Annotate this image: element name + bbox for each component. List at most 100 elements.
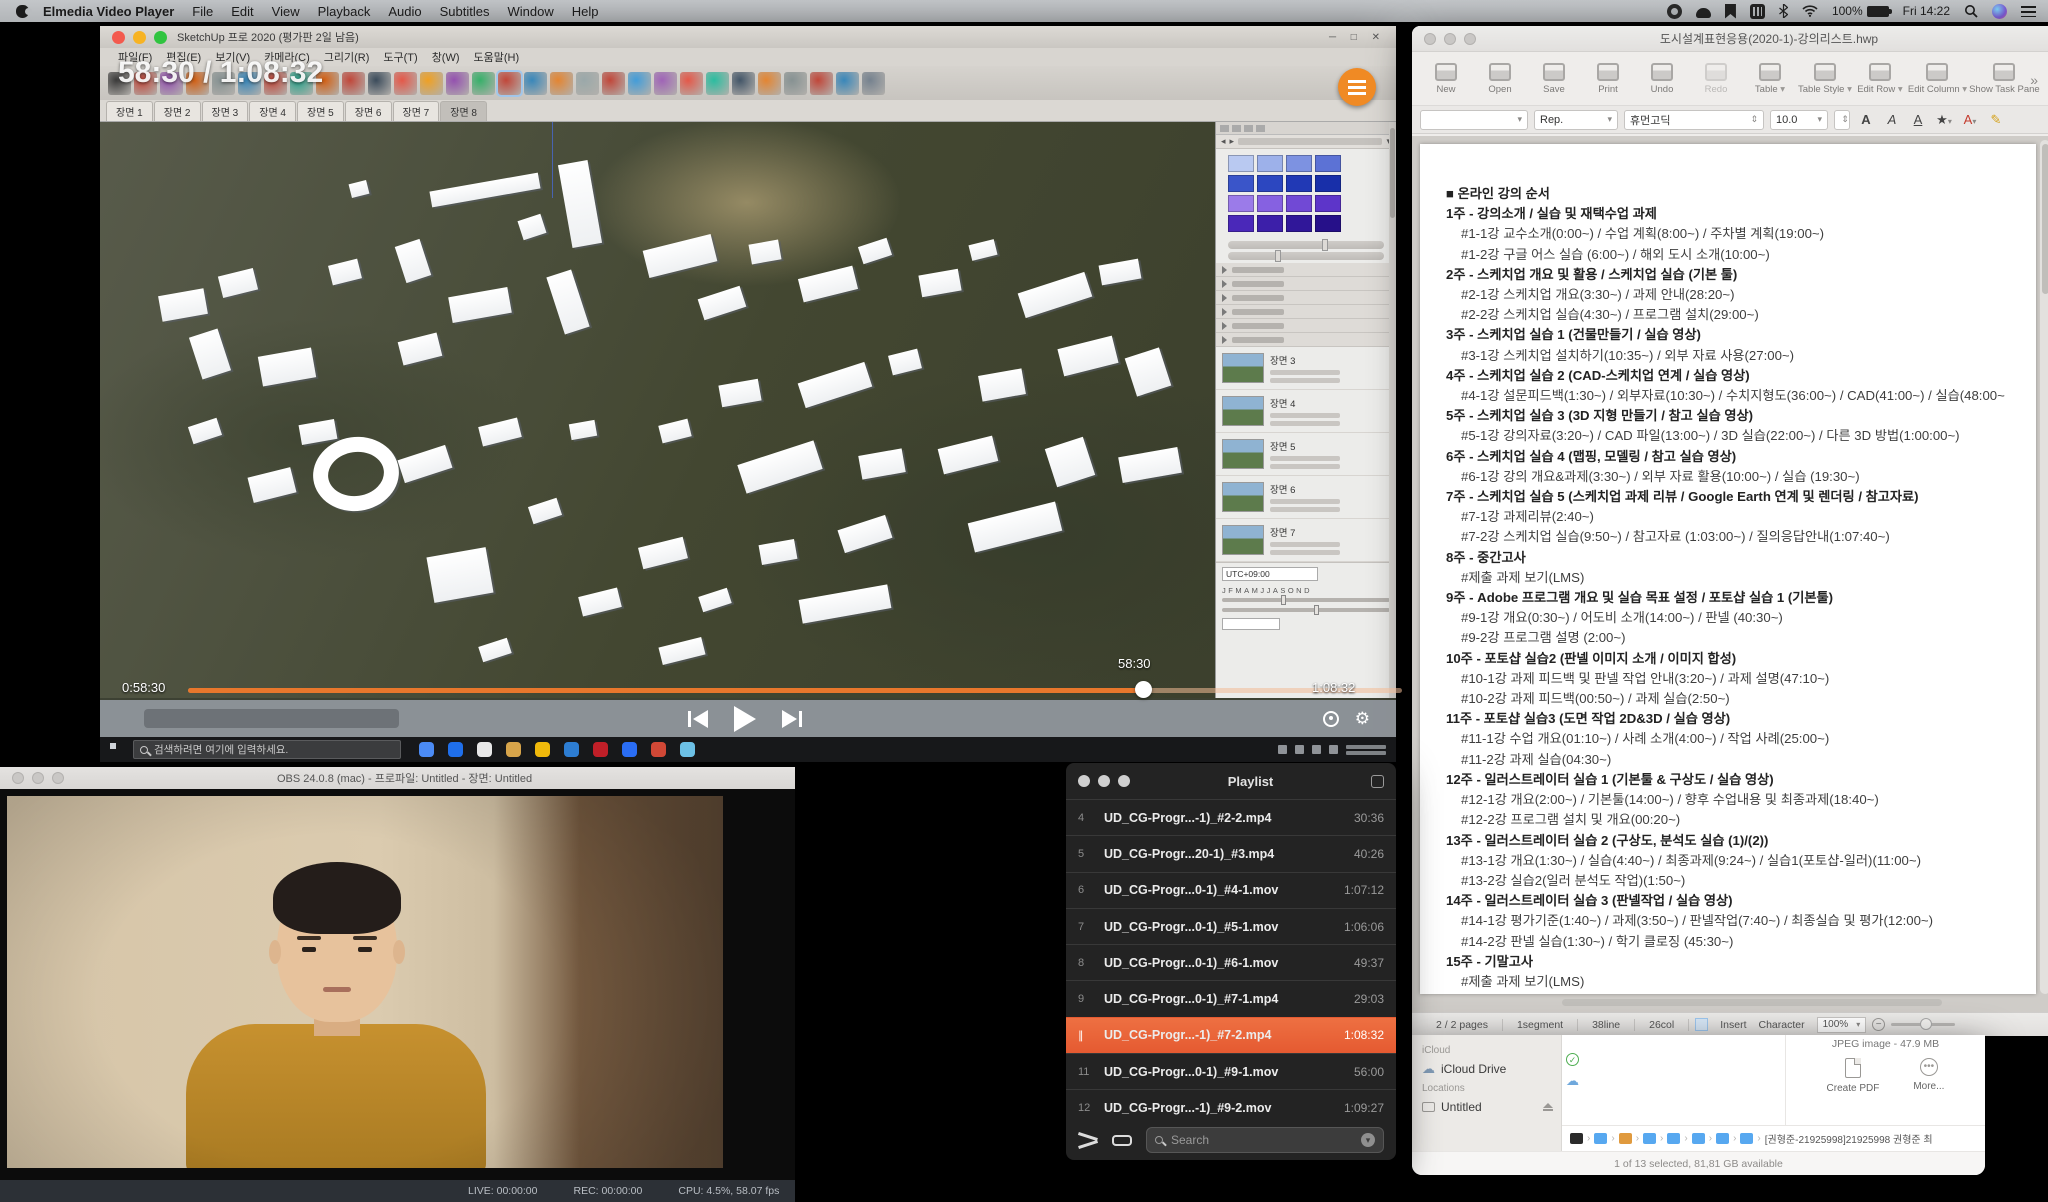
- playlist-search-field[interactable]: ▾: [1146, 1127, 1384, 1153]
- more-actions[interactable]: •••More...: [1913, 1058, 1944, 1094]
- taskbar-app-icon[interactable]: [651, 742, 666, 757]
- hwp-toolbar-button[interactable]: Edit Column: [1908, 63, 1967, 95]
- sidebar-item-untitled-disk[interactable]: Untitled: [1422, 1097, 1561, 1117]
- sketchup-3d-viewport[interactable]: [100, 122, 1215, 698]
- size-stepper[interactable]: ⇕: [1834, 110, 1850, 130]
- underline-button[interactable]: A: [1908, 112, 1928, 127]
- create-pdf-action[interactable]: Create PDF: [1827, 1058, 1880, 1094]
- player-menu-button[interactable]: [1338, 68, 1376, 106]
- bookmark-icon[interactable]: [1725, 4, 1736, 19]
- sketchup-tool-icon[interactable]: [758, 72, 781, 95]
- windows-search-box[interactable]: 검색하려면 여기에 입력하세요.: [133, 740, 401, 759]
- path-folder-icon[interactable]: [1643, 1133, 1656, 1144]
- shuffle-icon[interactable]: [1078, 1133, 1098, 1147]
- horizontal-scrollbar-thumb[interactable]: [1562, 999, 1942, 1006]
- menu-item[interactable]: Playback: [318, 4, 371, 19]
- menu-item[interactable]: Audio: [388, 4, 421, 19]
- menu-item[interactable]: File: [192, 4, 213, 19]
- sketchup-window-controls[interactable]: ─ □ ✕: [1329, 32, 1386, 43]
- path-folder-icon[interactable]: [1570, 1133, 1583, 1144]
- close-button[interactable]: [112, 31, 125, 44]
- scene-tab[interactable]: 장면 5: [297, 101, 344, 121]
- sketchup-tool-icon[interactable]: [628, 72, 651, 95]
- menu-item[interactable]: Help: [572, 4, 599, 19]
- hwp-toolbar-button[interactable]: Edit Row: [1854, 63, 1906, 95]
- wifi-icon[interactable]: [1802, 5, 1818, 17]
- shadow-time-slider[interactable]: [1222, 608, 1390, 612]
- notification-center-icon[interactable]: [2021, 6, 2036, 17]
- insert-mode-icon[interactable]: [1695, 1018, 1708, 1031]
- color-swatch[interactable]: [1257, 195, 1283, 212]
- color-swatch[interactable]: [1315, 215, 1341, 232]
- taskbar-app-icon[interactable]: [622, 742, 637, 757]
- color-swatch[interactable]: [1286, 215, 1312, 232]
- scene-tab[interactable]: 장면 6: [345, 101, 392, 121]
- menu-item[interactable]: View: [272, 4, 300, 19]
- menu-item[interactable]: Window: [507, 4, 553, 19]
- sketchup-tool-icon[interactable]: [342, 72, 365, 95]
- siri-icon[interactable]: [1992, 4, 2007, 19]
- sketchup-menu-item[interactable]: 그리기(R): [324, 49, 370, 65]
- italic-button[interactable]: A: [1882, 112, 1902, 127]
- sketchup-tool-icon[interactable]: [576, 72, 599, 95]
- font-dropdown[interactable]: 휴먼고딕⇕: [1624, 110, 1764, 130]
- taskbar-app-icon[interactable]: [477, 742, 492, 757]
- menu-bar-clock[interactable]: Fri 14:22: [1903, 4, 1950, 18]
- next-button[interactable]: [782, 710, 802, 728]
- scene-row[interactable]: 장면 5: [1216, 433, 1396, 476]
- color-panel-header[interactable]: ◂▸▾: [1216, 135, 1396, 149]
- playlist-search-input[interactable]: [1169, 1132, 1355, 1148]
- obs-traffic-lights[interactable]: [12, 772, 64, 784]
- sidebar-item-icloud-drive[interactable]: ☁iCloud Drive: [1422, 1059, 1561, 1079]
- sketchup-tool-icon[interactable]: [732, 72, 755, 95]
- eject-icon[interactable]: [1543, 1103, 1553, 1111]
- color-slider-2[interactable]: [1228, 252, 1384, 260]
- zoom-level-dropdown[interactable]: 100%▾: [1817, 1017, 1867, 1033]
- playlist-row[interactable]: ∥ UD_CG-Progr...-1)_#7-2.mp4 1:08:32: [1066, 1017, 1396, 1053]
- sketchup-tool-icon[interactable]: [524, 72, 547, 95]
- sketchup-tool-icon[interactable]: [680, 72, 703, 95]
- highlight-button[interactable]: ✎: [1986, 112, 2006, 128]
- color-swatch[interactable]: [1257, 175, 1283, 192]
- playlist-row[interactable]: 11 UD_CG-Progr...0-1)_#9-1.mov 56:00: [1066, 1053, 1396, 1089]
- hwp-toolbar-button[interactable]: Table Style: [1798, 63, 1852, 95]
- playlist-detach-icon[interactable]: [1371, 775, 1384, 788]
- window-traffic-lights[interactable]: [112, 31, 167, 44]
- scene-row[interactable]: 장면 4: [1216, 390, 1396, 433]
- path-folder-icon[interactable]: [1667, 1133, 1680, 1144]
- color-swatch[interactable]: [1257, 215, 1283, 232]
- color-swatch[interactable]: [1286, 175, 1312, 192]
- taskbar-app-icon[interactable]: [564, 742, 579, 757]
- taskbar-app-icon[interactable]: [535, 742, 550, 757]
- sketchup-tool-icon[interactable]: [394, 72, 417, 95]
- font-size-dropdown[interactable]: 10.0▾: [1770, 110, 1828, 130]
- sketchup-tool-icon[interactable]: [420, 72, 443, 95]
- tray-section-header[interactable]: [1216, 319, 1396, 333]
- color-slider[interactable]: [1228, 241, 1384, 249]
- settings-gear-icon[interactable]: ⚙: [1355, 709, 1370, 729]
- color-swatch[interactable]: [1257, 155, 1283, 172]
- path-folder-icon[interactable]: [1619, 1133, 1632, 1144]
- tray-section-header[interactable]: [1216, 277, 1396, 291]
- input-source-icon[interactable]: [1750, 4, 1765, 19]
- scene-tab[interactable]: 장면 7: [393, 101, 440, 121]
- minimize-button[interactable]: [133, 31, 146, 44]
- playlist-row[interactable]: 5 UD_CG-Progr...20-1)_#3.mp4 40:26: [1066, 835, 1396, 871]
- menu-item[interactable]: Edit: [231, 4, 253, 19]
- path-folder-icon[interactable]: [1692, 1133, 1705, 1144]
- toolbar-overflow-icon[interactable]: »: [2030, 72, 2044, 88]
- color-swatch[interactable]: [1315, 175, 1341, 192]
- playlist-row[interactable]: 7 UD_CG-Progr...0-1)_#5-1.mov 1:06:06: [1066, 908, 1396, 944]
- webcam-preview[interactable]: [7, 796, 723, 1168]
- path-folder-icon[interactable]: [1594, 1133, 1607, 1144]
- sketchup-tool-icon[interactable]: [368, 72, 391, 95]
- playlist-traffic-lights[interactable]: [1078, 775, 1130, 787]
- hwp-toolbar-button[interactable]: New: [1420, 63, 1472, 95]
- hwp-toolbar-button[interactable]: Undo: [1636, 63, 1688, 95]
- sketchup-tool-icon[interactable]: [498, 72, 521, 95]
- scene-tab[interactable]: 장면 4: [249, 101, 296, 121]
- sketchup-tool-icon[interactable]: [654, 72, 677, 95]
- spotlight-icon[interactable]: [1964, 4, 1978, 18]
- timezone-dropdown[interactable]: UTC+09:00: [1222, 567, 1318, 581]
- menu-item[interactable]: Subtitles: [440, 4, 490, 19]
